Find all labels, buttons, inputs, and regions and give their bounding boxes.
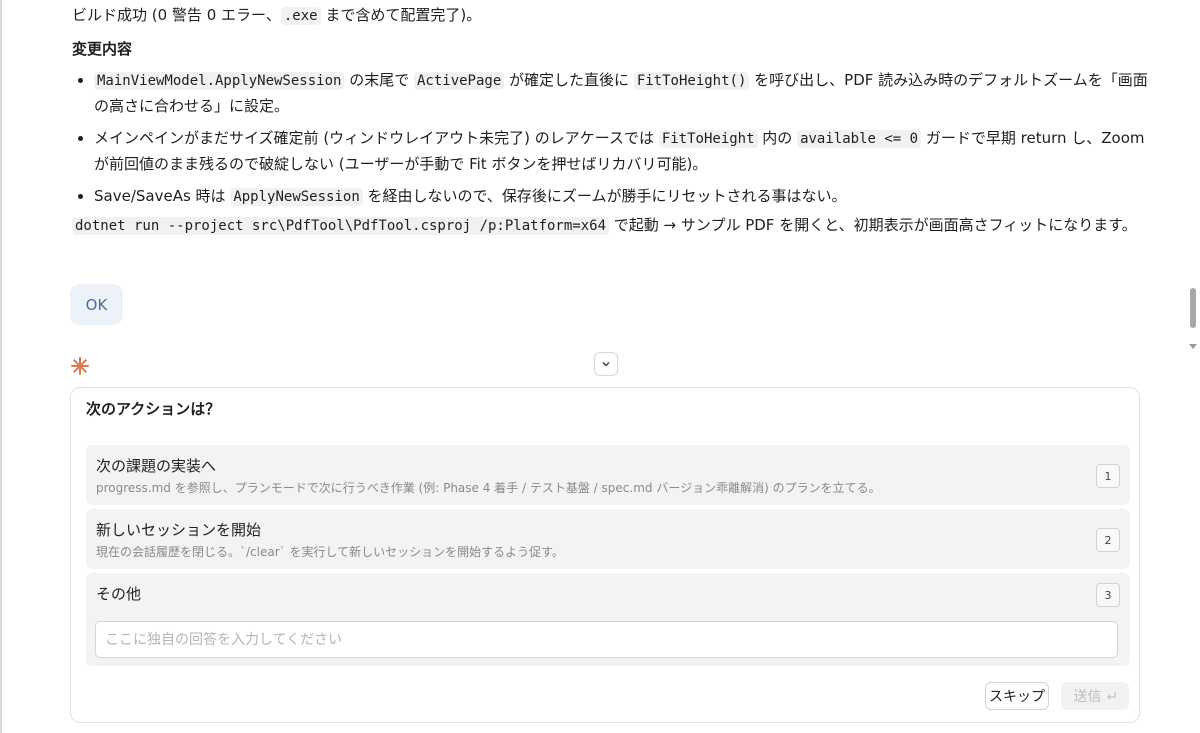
question-panel: 次のアクションは？ 次の課題の実装へ progress.md を参照し、プランモ… <box>70 387 1140 723</box>
text-span: の末尾で <box>344 71 414 89</box>
run-instruction: dotnet run --project src\PdfTool\PdfTool… <box>72 212 1142 239</box>
build-status-post: まで含めて配置完了)。 <box>320 6 482 24</box>
option-title: 新しいセッションを開始 <box>96 521 262 539</box>
option-title: その他 <box>96 585 142 603</box>
option-other[interactable]: その他 3 <box>86 573 1130 666</box>
code-span: available <= 0 <box>797 130 922 148</box>
code-exe: .exe <box>280 7 321 25</box>
option-next-task[interactable]: 次の課題の実装へ progress.md を参照し、プランモードで次に行うべき作… <box>86 445 1130 505</box>
option-desc: progress.md を参照し、プランモードで次に行うべき作業 (例: Pha… <box>96 481 881 495</box>
left-border <box>0 0 2 733</box>
option-new-session[interactable]: 新しいセッションを開始 現在の会話履歴を閉じる。`/clear` を実行して新し… <box>86 509 1130 569</box>
chevron-down-icon <box>602 361 610 367</box>
list-item: Save/SaveAs 時は ApplyNewSession を経由しないので、… <box>94 184 1154 210</box>
collapse-button[interactable] <box>594 352 618 376</box>
text-span: メインペインがまだサイズ確定前 (ウィンドウレイアウト未完了) のレアケースでは <box>94 129 659 147</box>
list-item: MainViewModel.ApplyNewSession の末尾で Activ… <box>94 68 1154 119</box>
text-span: を経由しないので、保存後にズームが勝手にリセットされる事はない。 <box>362 187 847 205</box>
changes-heading: 変更内容 <box>72 40 133 58</box>
code-span: ApplyNewSession <box>230 188 363 206</box>
shortcut-badge: 3 <box>1096 583 1120 607</box>
send-button[interactable]: 送信 <box>1061 682 1129 710</box>
code-span: MainViewModel.ApplyNewSession <box>94 72 345 90</box>
user-message-bubble: OK <box>70 284 123 325</box>
scroll-down-arrow[interactable] <box>1189 344 1197 349</box>
build-status-line: ビルド成功 (0 警告 0 エラー、 .exe まで含めて配置完了)。 <box>72 4 1142 27</box>
question-title: 次のアクションは？ <box>86 400 221 418</box>
text-span: Save/SaveAs 時は <box>94 187 231 205</box>
list-item: メインペインがまだサイズ確定前 (ウィンドウレイアウト未完了) のレアケースでは… <box>94 126 1154 177</box>
spark-icon <box>71 357 89 375</box>
send-label: 送信 <box>1073 689 1102 705</box>
code-span: FitToHeight <box>658 130 758 148</box>
code-span: FitToHeight() <box>633 72 750 90</box>
changes-list: MainViewModel.ApplyNewSession の末尾で Activ… <box>72 68 1154 217</box>
option-title: 次の課題の実装へ <box>96 457 217 475</box>
text-span: 内の <box>757 129 798 147</box>
shortcut-badge: 2 <box>1096 528 1120 552</box>
enter-icon <box>1106 691 1116 699</box>
run-text: で起動 → サンプル PDF を開くと、初期表示が画面高さフィットになります。 <box>609 216 1137 234</box>
scrollbar-thumb[interactable] <box>1190 288 1196 328</box>
shortcut-badge: 1 <box>1096 464 1120 488</box>
text-span: が確定した直後に <box>504 71 634 89</box>
skip-button[interactable]: スキップ <box>985 682 1049 710</box>
custom-answer-input[interactable] <box>95 621 1118 658</box>
code-span: ActivePage <box>413 72 505 90</box>
option-desc: 現在の会話履歴を閉じる。`/clear` を実行して新しいセッションを開始するよ… <box>96 545 564 559</box>
run-command: dotnet run --project src\PdfTool\PdfTool… <box>72 217 610 235</box>
build-status-pre: ビルド成功 (0 警告 0 エラー、 <box>72 6 281 24</box>
